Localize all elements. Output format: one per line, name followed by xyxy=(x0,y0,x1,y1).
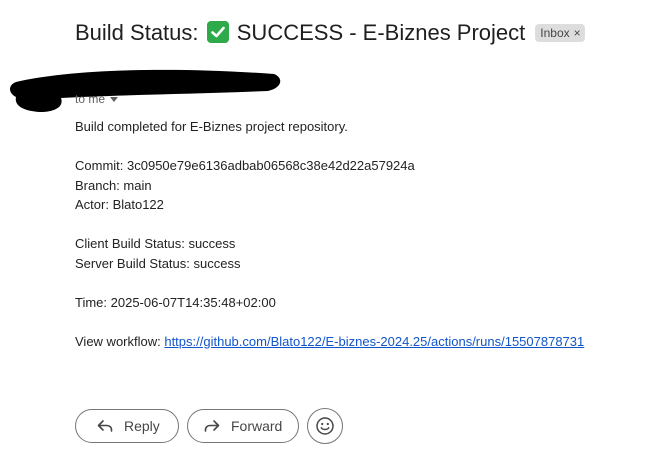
inbox-label: Inbox xyxy=(540,26,570,40)
email-body: Build completed for E-Biznes project rep… xyxy=(75,117,584,351)
workflow-link[interactable]: https://github.com/Blato122/E-biznes-202… xyxy=(164,334,584,349)
chevron-down-icon[interactable] xyxy=(110,97,119,102)
emoji-reaction-button[interactable] xyxy=(307,408,343,444)
body-client-status: Client Build Status: success xyxy=(75,236,236,251)
body-branch: Branch: main xyxy=(75,177,152,193)
forward-button[interactable]: Forward xyxy=(187,409,299,443)
reply-icon xyxy=(96,417,114,435)
body-server-status: Server Build Status: success xyxy=(75,255,241,271)
forward-icon xyxy=(203,417,221,435)
close-icon[interactable]: × xyxy=(574,26,581,40)
check-mark-icon xyxy=(206,21,229,43)
recipient-details[interactable]: to me xyxy=(75,92,119,106)
subject-prefix: Build Status: xyxy=(75,20,205,45)
reply-button[interactable]: Reply xyxy=(75,409,179,443)
redacted-sender xyxy=(10,69,281,112)
forward-label: Forward xyxy=(231,418,283,434)
recipient-text: to me xyxy=(75,92,106,106)
email-subject: Build Status: SUCCESS - E-Biznes Project xyxy=(75,18,525,48)
body-actor: Actor: Blato122 xyxy=(75,197,164,212)
body-workflow: View workflow: https://github.com/Blato1… xyxy=(75,332,584,352)
smiley-icon xyxy=(315,416,335,436)
body-time: Time: 2025-06-07T14:35:48+02:00 xyxy=(75,294,276,310)
subject-row: Build Status: SUCCESS - E-Biznes Project… xyxy=(75,18,585,48)
workflow-label: View workflow: xyxy=(75,333,165,349)
subject-suffix: SUCCESS - E-Biznes Project xyxy=(230,20,526,45)
email-view: Build Status: SUCCESS - E-Biznes Project… xyxy=(0,0,665,476)
reply-actions: Reply Forward xyxy=(75,408,343,444)
inbox-label-chip[interactable]: Inbox × xyxy=(535,24,585,42)
body-commit: Commit: 3c0950e79e6136adbab06568c38e42d2… xyxy=(75,158,415,173)
reply-label: Reply xyxy=(124,418,160,434)
body-intro: Build completed for E-Biznes project rep… xyxy=(75,119,348,134)
